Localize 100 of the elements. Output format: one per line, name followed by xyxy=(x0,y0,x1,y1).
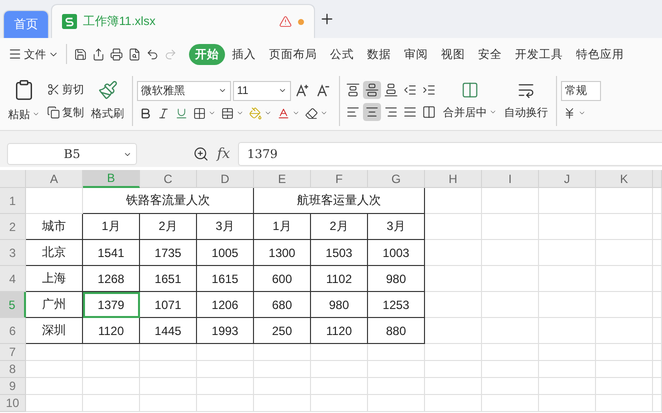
empty-cell xyxy=(596,266,653,292)
empty-cell xyxy=(425,214,482,240)
empty-cell xyxy=(83,361,140,378)
eraser-icon xyxy=(305,106,318,120)
ribbon-tab[interactable]: 页面布局 xyxy=(263,44,323,64)
caret-icon xyxy=(236,109,244,117)
ribbon-tab[interactable]: 开发工具 xyxy=(509,44,569,64)
empty-cell xyxy=(539,318,596,344)
cut-button[interactable]: 剪切 xyxy=(45,80,86,99)
number-format-field[interactable]: 常规 xyxy=(561,80,601,100)
print-button[interactable] xyxy=(108,46,125,62)
table-cell: 1268 xyxy=(83,266,140,292)
column-header[interactable]: F xyxy=(311,170,368,188)
row-header[interactable]: 6 xyxy=(0,318,26,344)
column-header[interactable]: C xyxy=(140,170,197,188)
column-header[interactable]: H xyxy=(425,170,482,188)
fx-label: fx xyxy=(217,146,230,162)
align-button[interactable] xyxy=(344,81,362,99)
row-header[interactable]: 2 xyxy=(0,214,26,240)
row-header[interactable]: 4 xyxy=(0,266,26,292)
font-size-field[interactable]: 11 xyxy=(233,80,291,100)
empty-cell xyxy=(311,361,368,378)
table-cell: 1月 xyxy=(254,214,311,240)
file-menu[interactable]: 文件 xyxy=(6,44,61,64)
caret-icon xyxy=(489,108,497,116)
copy-icon xyxy=(47,106,60,119)
wrap-text-button[interactable]: 自动换行 xyxy=(502,102,550,122)
align-button[interactable] xyxy=(363,103,381,121)
empty-cell xyxy=(425,378,482,395)
row-header[interactable]: 3 xyxy=(0,240,26,266)
ribbon-tab[interactable]: 视图 xyxy=(435,44,471,64)
empty-cell xyxy=(539,266,596,292)
align-middle-icon xyxy=(365,83,379,97)
table-cell: 680 xyxy=(254,292,311,318)
empty-cell xyxy=(482,188,539,214)
empty-cell xyxy=(596,361,653,378)
caret-icon xyxy=(578,109,586,117)
scissors-icon xyxy=(47,83,60,96)
name-box[interactable]: B5 xyxy=(7,143,137,165)
table-cell: 980 xyxy=(311,292,368,318)
font-name-field[interactable]: 微软雅黑 xyxy=(137,80,231,100)
ribbon-tab[interactable]: 开始 xyxy=(189,44,225,64)
row-header[interactable]: 7 xyxy=(0,344,26,361)
empty-cell xyxy=(368,344,425,361)
ribbon-tab[interactable]: 公式 xyxy=(324,44,360,64)
column-header[interactable]: E xyxy=(254,170,311,188)
spreadsheet-icon xyxy=(62,14,77,29)
empty-cell xyxy=(425,361,482,378)
justify-icon xyxy=(403,105,417,119)
column-header[interactable]: D xyxy=(197,170,254,188)
empty-cell xyxy=(653,240,662,266)
table-cell: 深圳 xyxy=(26,318,83,344)
empty-cell xyxy=(539,361,596,378)
printer-icon xyxy=(110,48,123,60)
column-header[interactable]: A xyxy=(26,170,83,188)
format-painter-button[interactable]: 格式刷 xyxy=(89,104,126,122)
font-color-icon xyxy=(277,106,290,120)
formula-field[interactable]: 1379 xyxy=(238,142,662,166)
table-cell: 1253 xyxy=(368,292,425,318)
table-cell: 航班客运量人次 xyxy=(254,188,425,214)
indent-increase-icon xyxy=(422,83,436,97)
column-header[interactable]: K xyxy=(596,170,653,188)
ribbon-tab[interactable]: 插入 xyxy=(226,44,262,64)
empty-cell xyxy=(539,240,596,266)
align-button[interactable] xyxy=(363,81,381,99)
row-header[interactable]: 10 xyxy=(0,395,26,412)
empty-cell xyxy=(539,188,596,214)
empty-cell xyxy=(311,378,368,395)
empty-cell xyxy=(596,318,653,344)
table-cell: 1615 xyxy=(197,266,254,292)
column-header[interactable]: G xyxy=(368,170,425,188)
empty-cell xyxy=(140,378,197,395)
empty-cell xyxy=(596,240,653,266)
align-left-icon xyxy=(346,105,360,119)
table-cell: 1379 xyxy=(83,292,140,318)
merge-center-button[interactable]: 合并居中 xyxy=(441,102,499,122)
column-header[interactable]: I xyxy=(482,170,539,188)
empty-cell xyxy=(197,361,254,378)
table-cell: 1651 xyxy=(140,266,197,292)
document-tab[interactable]: 工作簿11.xlsx xyxy=(51,4,315,38)
row-header[interactable]: 1 xyxy=(0,188,26,214)
copy-button[interactable]: 复制 xyxy=(45,103,86,122)
row-header[interactable]: 9 xyxy=(0,378,26,395)
ribbon-tab[interactable]: 安全 xyxy=(472,44,508,64)
table-cell: 1005 xyxy=(197,240,254,266)
ribbon-tab[interactable]: 审阅 xyxy=(398,44,434,64)
table-cell: 1071 xyxy=(140,292,197,318)
paste-button[interactable]: 粘贴 xyxy=(6,104,42,124)
table-cell: 2月 xyxy=(140,214,197,240)
row-header[interactable]: 8 xyxy=(0,361,26,378)
empty-cell xyxy=(596,214,653,240)
column-header[interactable]: J xyxy=(539,170,596,188)
table-cell: 1月 xyxy=(83,214,140,240)
align-right-icon xyxy=(384,105,398,119)
ribbon-tab[interactable]: 特色应用 xyxy=(570,44,630,64)
align-button[interactable] xyxy=(382,81,400,99)
ribbon-tab[interactable]: 数据 xyxy=(361,44,397,64)
empty-cell xyxy=(653,344,662,361)
home-tab[interactable]: 首页 xyxy=(3,10,49,38)
grow-font-icon xyxy=(295,83,310,98)
